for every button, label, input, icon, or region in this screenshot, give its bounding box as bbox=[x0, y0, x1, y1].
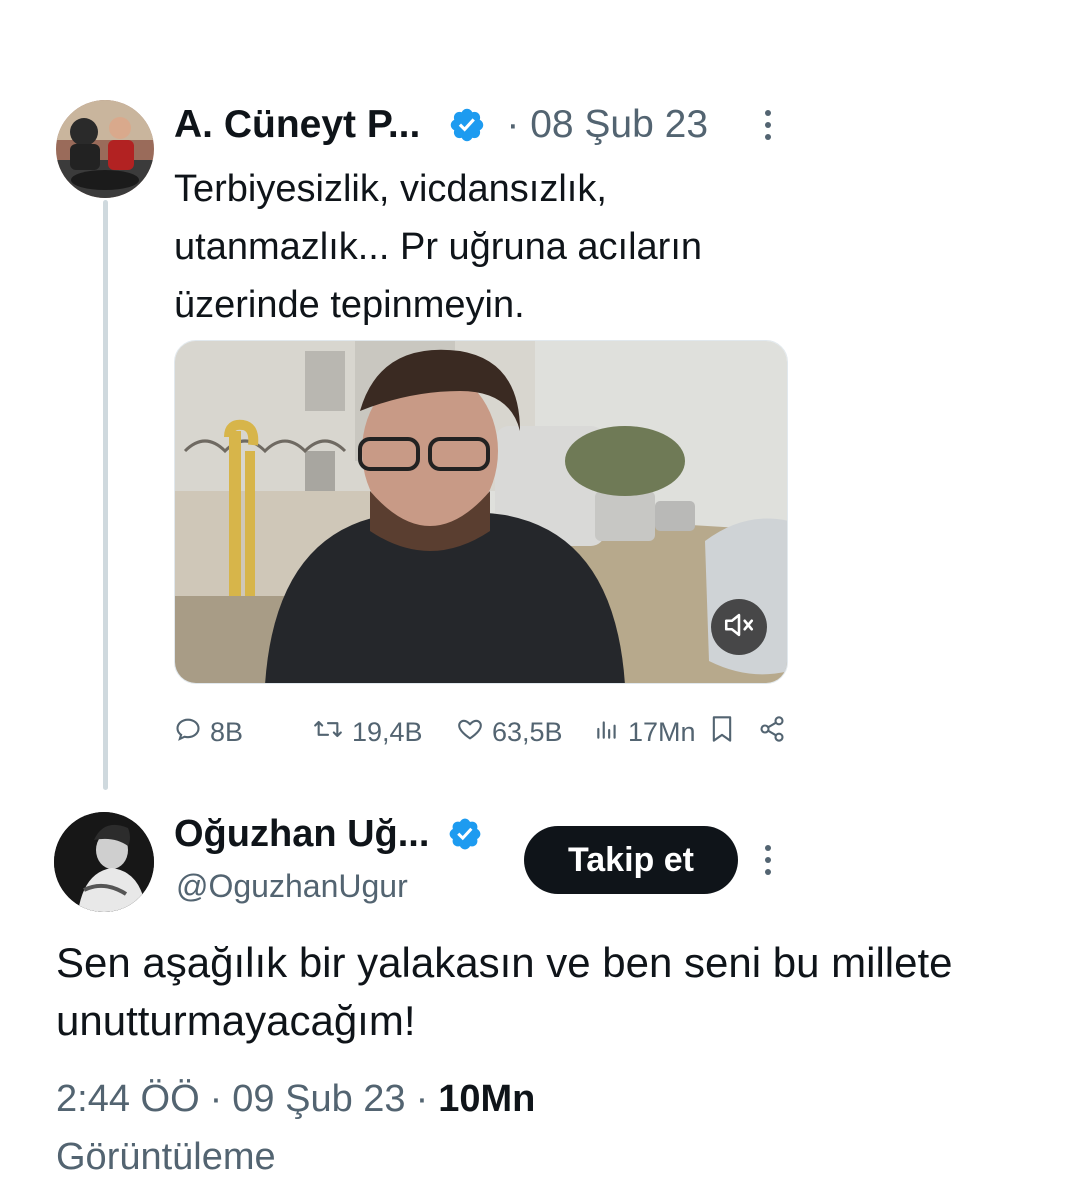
tweet-date[interactable]: 09 Şub 23 bbox=[232, 1078, 405, 1121]
meta-separator: · bbox=[415, 1078, 429, 1120]
reply-icon bbox=[174, 715, 210, 750]
main-display-name[interactable]: Oğuzhan Uğ... bbox=[174, 813, 429, 856]
follow-button[interactable]: Takip et bbox=[524, 826, 738, 894]
verified-badge-icon bbox=[448, 106, 486, 144]
retweet-button[interactable]: 19,4B bbox=[312, 712, 423, 752]
speaker-muted-icon bbox=[722, 608, 756, 647]
more-options-icon[interactable] bbox=[760, 108, 776, 142]
reply-button[interactable]: 8B bbox=[174, 712, 243, 752]
main-avatar[interactable] bbox=[54, 812, 154, 912]
tweet-time[interactable]: 2:44 ÖÖ bbox=[56, 1078, 200, 1121]
parent-tweet-video[interactable] bbox=[174, 340, 788, 684]
verified-badge-icon bbox=[447, 816, 483, 852]
share-icon bbox=[758, 715, 794, 750]
bookmark-icon bbox=[710, 715, 742, 750]
views-count: 10Mn bbox=[438, 1078, 536, 1120]
analytics-bars-icon bbox=[594, 715, 628, 750]
bookmark-button[interactable] bbox=[710, 712, 742, 752]
parent-tweet-text: Terbiyesizlik, vicdansızlık, utanmazlık.… bbox=[174, 168, 703, 326]
views-button[interactable]: 17Mn bbox=[594, 712, 696, 752]
like-count: 63,5B bbox=[492, 716, 563, 747]
parent-avatar[interactable] bbox=[56, 100, 154, 198]
main-tweet-header: Oğuzhan Uğ... bbox=[174, 810, 483, 858]
meta-separator: · bbox=[209, 1078, 223, 1120]
share-button[interactable] bbox=[758, 712, 794, 752]
views-label: Görüntüleme bbox=[56, 1136, 276, 1178]
parent-display-name[interactable]: A. Cüneyt P... bbox=[174, 103, 420, 147]
main-handle[interactable]: @OguzhanUgur bbox=[176, 868, 408, 905]
main-tweet-text: Sen aşağılık bir yalakasın ve ben seni b… bbox=[56, 939, 953, 1044]
like-button[interactable]: 63,5B bbox=[456, 712, 563, 752]
views-count: 17Mn bbox=[628, 716, 696, 747]
heart-icon bbox=[456, 715, 492, 750]
parent-tweet-date[interactable]: · 08 Şub 23 bbox=[506, 103, 708, 147]
main-tweet-meta: 2:44 ÖÖ · 09 Şub 23 · 10Mn bbox=[56, 1078, 535, 1121]
retweet-count: 19,4B bbox=[352, 716, 423, 747]
thread-connector-line bbox=[103, 200, 108, 790]
reply-count: 8B bbox=[210, 716, 244, 747]
more-options-icon[interactable] bbox=[760, 842, 776, 878]
retweet-icon bbox=[312, 715, 352, 750]
parent-tweet-header: A. Cüneyt P... · 08 Şub 23 bbox=[174, 100, 708, 150]
parent-tweet-actions: 8B 19,4B 63,5B 17Mn bbox=[174, 712, 788, 752]
mute-toggle-button[interactable] bbox=[711, 599, 767, 655]
